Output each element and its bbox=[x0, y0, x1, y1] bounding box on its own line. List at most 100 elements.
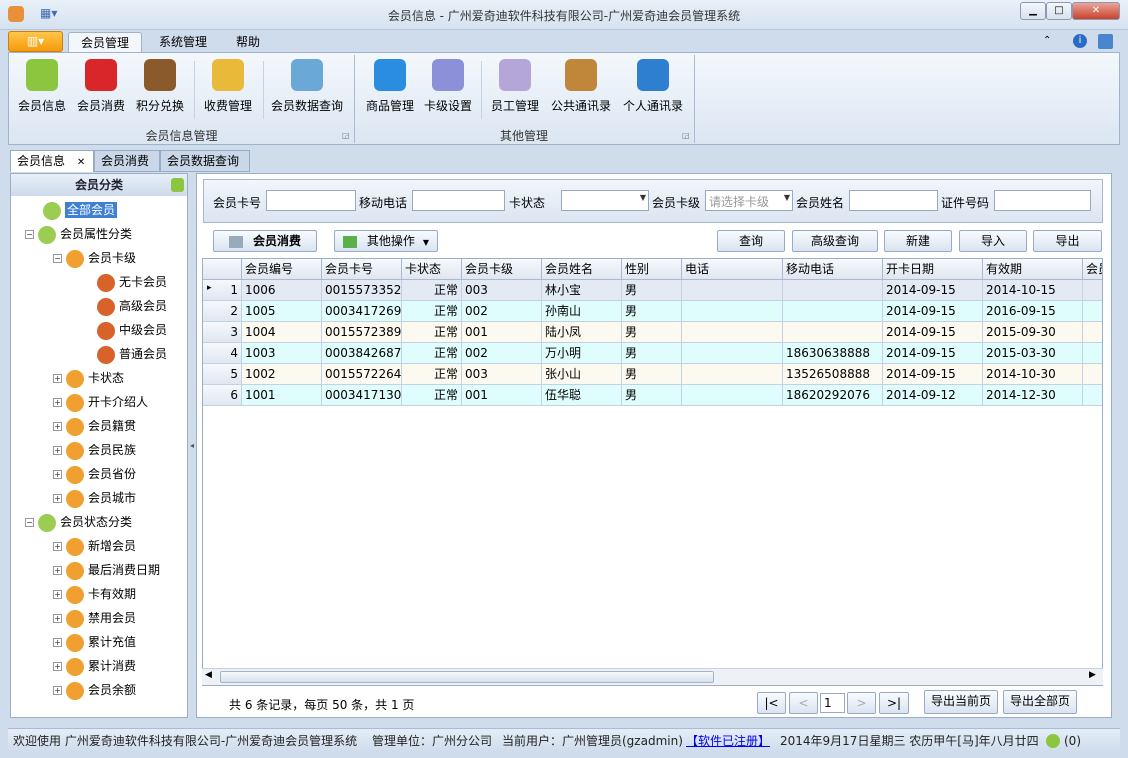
tree-node[interactable]: + 卡状态 bbox=[11, 368, 187, 388]
about-icon[interactable] bbox=[1098, 34, 1113, 49]
column-header[interactable]: 性别 bbox=[622, 259, 682, 280]
mobile-input[interactable] bbox=[412, 190, 505, 211]
product-management-button[interactable]: 商品管理 bbox=[361, 57, 419, 117]
doc-tab-member-consume[interactable]: 会员消费 bbox=[94, 150, 160, 172]
advanced-query-button[interactable]: 高级查询 bbox=[792, 230, 878, 252]
column-header[interactable]: 会员卡号 bbox=[322, 259, 402, 280]
member-consume-button[interactable]: 会员消费 bbox=[72, 57, 130, 117]
tree-node[interactable]: + 卡有效期 bbox=[11, 584, 187, 604]
export-all-pages-button[interactable]: 导出全部页 bbox=[1003, 690, 1077, 714]
expand-icon[interactable]: + bbox=[53, 638, 62, 647]
tree-node[interactable]: + 开卡介绍人 bbox=[11, 392, 187, 412]
splitter-handle[interactable]: ◂ bbox=[188, 173, 196, 718]
expand-icon[interactable]: + bbox=[53, 422, 62, 431]
column-header[interactable]: 会员编号 bbox=[242, 259, 322, 280]
next-page-button[interactable]: > bbox=[847, 692, 876, 714]
table-row[interactable]: 6 1001 0003417130 正常 001 伍华聪男 18620292076 2014-… bbox=[203, 385, 1102, 406]
tree-node[interactable]: + 会员余额 bbox=[11, 680, 187, 700]
expand-icon[interactable]: + bbox=[53, 662, 62, 671]
table-row[interactable]: 4 1003 0003842687 正常 002 万小明男 18630638888 2014-… bbox=[203, 343, 1102, 364]
close-button[interactable]: ✕ bbox=[1072, 2, 1120, 20]
application-menu-button[interactable]: ▥▾ bbox=[8, 31, 63, 52]
personal-address-book-button[interactable]: 个人通讯录 bbox=[618, 57, 688, 117]
tree-node[interactable]: + 新增会员 bbox=[11, 536, 187, 556]
tab-member-management[interactable]: 会员管理 bbox=[68, 32, 143, 53]
collapse-icon[interactable]: − bbox=[25, 230, 34, 239]
scroll-left-icon[interactable]: ◀ bbox=[205, 670, 212, 680]
column-header[interactable]: 电话 bbox=[682, 259, 783, 280]
tree-node[interactable]: + 会员城市 bbox=[11, 488, 187, 508]
tab-help[interactable]: 帮助 bbox=[224, 32, 272, 53]
tree-node[interactable]: 高级会员 bbox=[11, 296, 187, 316]
dialog-launcher-icon[interactable]: ◲ bbox=[682, 131, 690, 140]
card-status-select[interactable]: ▼ bbox=[561, 190, 649, 211]
scroll-right-icon[interactable]: ▶ bbox=[1089, 670, 1096, 680]
tree-node[interactable]: 无卡会员 bbox=[11, 272, 187, 292]
expand-icon[interactable]: + bbox=[53, 566, 62, 575]
card-no-input[interactable] bbox=[266, 190, 356, 211]
doc-tab-member-info[interactable]: 会员信息 ✕ bbox=[10, 150, 94, 172]
row-header-corner[interactable] bbox=[203, 259, 242, 280]
column-header[interactable]: 卡状态 bbox=[402, 259, 462, 280]
other-operations-button[interactable]: 其他操作 ▼ bbox=[334, 230, 438, 252]
column-header[interactable]: 会员卡级 bbox=[462, 259, 542, 280]
tree-node[interactable]: + 会员民族 bbox=[11, 440, 187, 460]
collapse-icon[interactable]: − bbox=[53, 254, 62, 263]
member-consume-toolbar-button[interactable]: 会员消费 bbox=[213, 230, 317, 252]
scrollbar-thumb[interactable] bbox=[220, 671, 714, 683]
table-row[interactable]: 2 1005 0003417269 正常 002 孙南山男 2014-09-15 2016-0… bbox=[203, 301, 1102, 322]
tab-system-management[interactable]: 系统管理 bbox=[147, 32, 219, 53]
tree-node[interactable]: + 会员省份 bbox=[11, 464, 187, 484]
import-button[interactable]: 导入 bbox=[959, 230, 1027, 252]
table-row[interactable]: 1 1006 0015573352 正常 003 林小宝男 2014-09-15 2014-1… bbox=[203, 280, 1102, 301]
tree-node[interactable]: + 最后消费日期 bbox=[11, 560, 187, 580]
expand-icon[interactable]: + bbox=[53, 686, 62, 695]
expand-icon[interactable]: + bbox=[53, 614, 62, 623]
horizontal-scrollbar[interactable]: ◀ ▶ bbox=[202, 668, 1103, 685]
export-button[interactable]: 导出 bbox=[1033, 230, 1102, 252]
table-row[interactable]: 5 1002 0015572264 正常 003 张小山男 13526508888 2014-… bbox=[203, 364, 1102, 385]
fee-management-button[interactable]: 收费管理 bbox=[197, 57, 259, 117]
id-number-input[interactable] bbox=[994, 190, 1091, 211]
page-number-input[interactable]: 1 bbox=[820, 693, 845, 713]
prev-page-button[interactable]: < bbox=[789, 692, 818, 714]
expand-icon[interactable]: + bbox=[53, 398, 62, 407]
maximize-button[interactable]: □ bbox=[1046, 2, 1072, 20]
collapse-ribbon-icon[interactable]: ⌃ bbox=[1043, 35, 1051, 46]
expand-icon[interactable]: + bbox=[53, 446, 62, 455]
card-level-settings-button[interactable]: 卡级设置 bbox=[419, 57, 477, 117]
export-current-page-button[interactable]: 导出当前页 bbox=[924, 690, 998, 714]
points-exchange-button[interactable]: 积分兑换 bbox=[131, 57, 189, 117]
last-page-button[interactable]: >| bbox=[879, 692, 909, 714]
registered-link[interactable]: 【软件已注册】 bbox=[686, 729, 770, 753]
member-name-input[interactable] bbox=[849, 190, 938, 211]
tree-node[interactable]: + 会员籍贯 bbox=[11, 416, 187, 436]
tree-node[interactable]: 普通会员 bbox=[11, 344, 187, 364]
tree-node[interactable]: 中级会员 bbox=[11, 320, 187, 340]
dialog-launcher-icon[interactable]: ◲ bbox=[342, 131, 350, 140]
tree-node[interactable]: + 禁用会员 bbox=[11, 608, 187, 628]
tree-node[interactable]: − 会员卡级 bbox=[11, 248, 187, 268]
expand-icon[interactable]: + bbox=[53, 542, 62, 551]
column-header[interactable]: 移动电话 bbox=[783, 259, 883, 280]
public-address-book-button[interactable]: 公共通讯录 bbox=[546, 57, 616, 117]
info-icon[interactable]: i bbox=[1073, 34, 1087, 48]
close-icon[interactable]: ✕ bbox=[77, 157, 85, 168]
tree-node[interactable]: − 会员状态分类 bbox=[11, 512, 187, 532]
query-button[interactable]: 查询 bbox=[717, 230, 785, 252]
staff-management-button[interactable]: 员工管理 bbox=[486, 57, 544, 117]
tree-node[interactable]: + 累计充值 bbox=[11, 632, 187, 652]
column-header[interactable]: 有效期 bbox=[983, 259, 1083, 280]
member-info-button[interactable]: 会员信息 bbox=[13, 57, 71, 117]
card-level-select[interactable]: 请选择卡级 ▼ bbox=[705, 190, 793, 211]
table-row[interactable]: 3 1004 0015572389 正常 001 陆小凤男 2014-09-15 2015-0… bbox=[203, 322, 1102, 343]
panel-settings-icon[interactable] bbox=[171, 178, 184, 192]
doc-tab-member-data-query[interactable]: 会员数据查询 bbox=[160, 150, 250, 172]
column-header[interactable]: 会员 bbox=[1083, 259, 1102, 280]
expand-icon[interactable]: + bbox=[53, 470, 62, 479]
column-header[interactable]: 会员姓名 bbox=[542, 259, 622, 280]
expand-icon[interactable]: + bbox=[53, 590, 62, 599]
tree-node[interactable]: − 会员属性分类 bbox=[11, 224, 187, 244]
column-header[interactable]: 开卡日期 bbox=[883, 259, 983, 280]
first-page-button[interactable]: |< bbox=[757, 692, 786, 714]
